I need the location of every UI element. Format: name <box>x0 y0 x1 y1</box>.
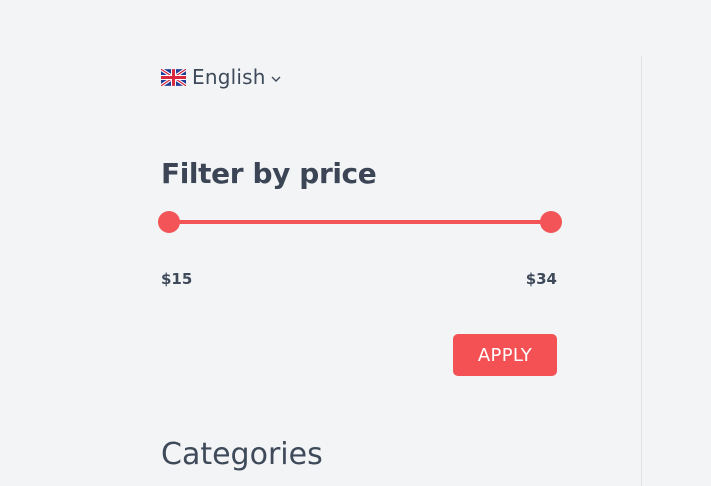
price-min-value: $15 <box>161 270 193 288</box>
chevron-down-icon <box>271 75 281 83</box>
price-max-value: $34 <box>525 270 557 288</box>
categories-heading: Categories <box>161 437 323 472</box>
apply-button[interactable]: APPLY <box>453 334 557 376</box>
price-range-slider[interactable] <box>158 208 562 236</box>
sidebar: English Filter by price $15 $34 APPLY Ca… <box>158 0 562 486</box>
uk-flag-icon <box>161 68 186 86</box>
language-selector[interactable]: English <box>161 64 281 90</box>
filter-by-price-heading: Filter by price <box>161 157 377 190</box>
content-divider <box>641 56 642 486</box>
language-label: English <box>192 65 266 89</box>
slider-selected-range <box>169 220 551 224</box>
slider-min-handle[interactable] <box>158 211 180 233</box>
page: English Filter by price $15 $34 APPLY Ca… <box>0 0 711 486</box>
slider-max-handle[interactable] <box>540 211 562 233</box>
